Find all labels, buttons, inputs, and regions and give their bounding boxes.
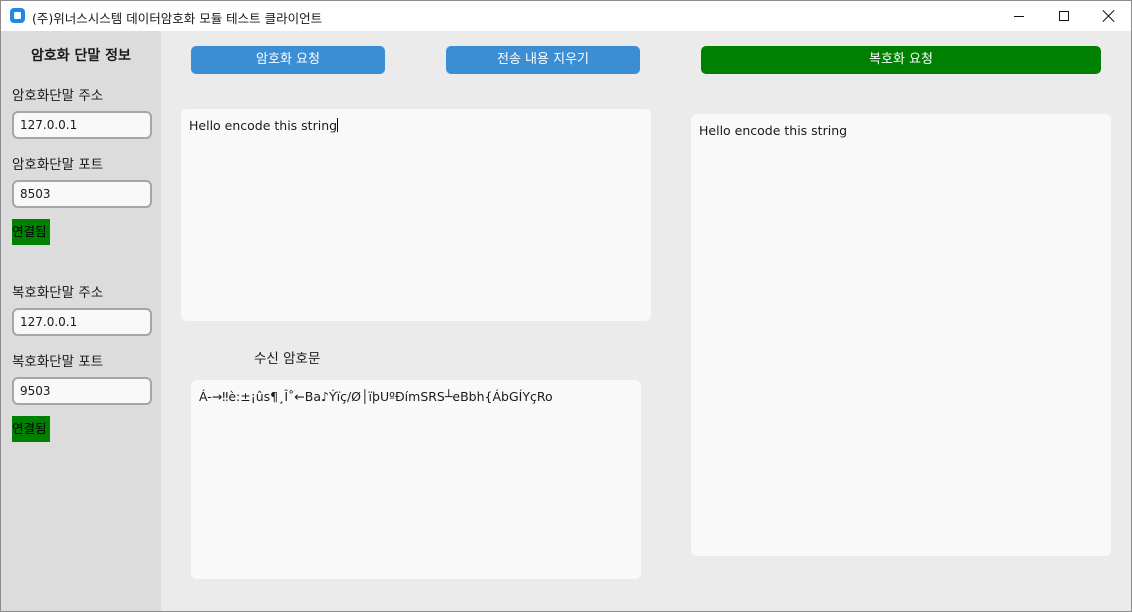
encrypt-request-button[interactable]: 암호화 요청 <box>191 46 385 74</box>
encrypt-address-input[interactable]: 127.0.0.1 <box>12 111 152 139</box>
decrypt-port-label: 복호화단말 포트 <box>12 354 104 370</box>
close-icon <box>1103 10 1115 22</box>
encrypt-address-label: 암호화단말 주소 <box>12 88 104 104</box>
decrypted-text: Hello encode this string <box>699 123 848 138</box>
minimize-button[interactable] <box>996 1 1041 31</box>
input-textbox[interactable]: Hello encode this string <box>181 109 651 321</box>
maximize-button[interactable] <box>1041 1 1086 31</box>
sidebar: 암호화 단말 정보 암호화단말 주소 127.0.0.1 암호화단말 포트 85… <box>1 31 161 611</box>
app-icon <box>10 8 25 23</box>
clear-sent-button[interactable]: 전송 내용 지우기 <box>446 46 640 74</box>
text-cursor <box>337 118 339 132</box>
decrypt-address-input[interactable]: 127.0.0.1 <box>12 308 152 336</box>
decrypted-textbox[interactable]: Hello encode this string <box>691 114 1111 556</box>
decrypt-address-label: 복호화단말 주소 <box>12 285 104 301</box>
decrypt-request-button[interactable]: 복호화 요청 <box>701 46 1101 74</box>
input-text: Hello encode this string <box>189 118 338 133</box>
minimize-icon <box>1013 15 1024 17</box>
maximize-icon <box>1058 11 1069 21</box>
title-bar[interactable]: (주)위너스시스템 데이터암호화 모듈 테스트 클라이언트 <box>1 1 1131 31</box>
close-button[interactable] <box>1086 1 1131 31</box>
sidebar-title: 암호화 단말 정보 <box>31 48 131 64</box>
cipher-text: Á-→‼è:±¡ûs¶¸Î˚←Ba♪Ýïç/Ø│ïþUºÐímSRS┴eBbh{… <box>199 389 553 404</box>
decrypt-port-input[interactable]: 9503 <box>12 377 152 405</box>
encrypt-port-label: 암호화단말 포트 <box>12 157 104 173</box>
app-window: (주)위너스시스템 데이터암호화 모듈 테스트 클라이언트 암호화 단말 정보 … <box>0 0 1132 612</box>
encrypt-status-badge: 연결됨 <box>12 219 50 245</box>
window-title: (주)위너스시스템 데이터암호화 모듈 테스트 클라이언트 <box>32 11 323 26</box>
decrypt-status-badge: 연결됨 <box>12 416 50 442</box>
received-cipher-label: 수신 암호문 <box>254 351 321 367</box>
cipher-textbox[interactable]: Á-→‼è:±¡ûs¶¸Î˚←Ba♪Ýïç/Ø│ïþUºÐímSRS┴eBbh{… <box>191 380 641 579</box>
encrypt-port-input[interactable]: 8503 <box>12 180 152 208</box>
